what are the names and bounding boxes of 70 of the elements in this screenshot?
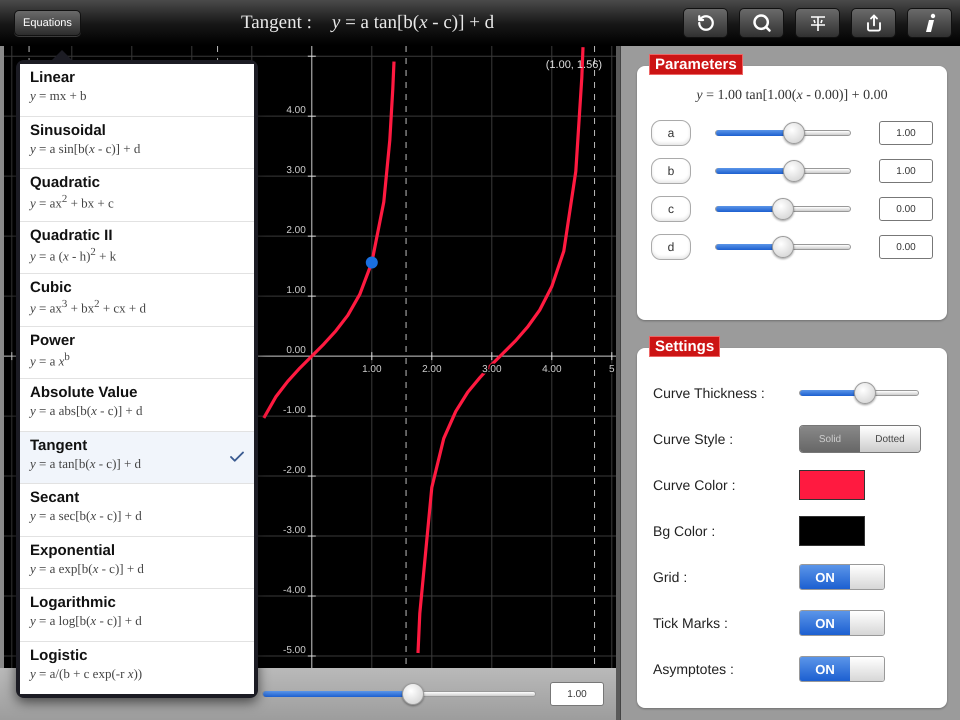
y-tick-label: 1.00	[286, 285, 306, 296]
undo-icon	[696, 14, 714, 32]
setting-label: Curve Style :	[653, 431, 734, 447]
equation-menu-item[interactable]: Linear y = mx + b	[20, 64, 254, 116]
color-swatch[interactable]	[799, 516, 865, 546]
equation-menu-item[interactable]: Absolute Value y = a abs[b(x - c)] + d	[20, 379, 254, 432]
value-field[interactable]: 0.00	[879, 235, 933, 259]
point-marker[interactable]	[366, 256, 378, 269]
parameter-button[interactable]: c	[651, 196, 691, 222]
setting-label: Curve Thickness :	[653, 385, 766, 401]
x-tick-label: 4.00	[542, 364, 562, 376]
y-tick-label: 4.00	[286, 105, 306, 116]
setting-label: Bg Color :	[653, 523, 716, 539]
equation-menu-item[interactable]: Secant y = a sec[b(x - c)] + d	[20, 484, 254, 536]
axes-icon	[808, 14, 826, 32]
parameter-button[interactable]: b	[651, 158, 691, 184]
x-tick-label: 1.00	[362, 364, 382, 376]
slider-thumb[interactable]	[772, 198, 794, 220]
equation-menu-item[interactable]: Logistic y = a/(b + c exp(-r x))	[20, 642, 254, 694]
slider-thumb[interactable]	[782, 122, 805, 144]
y-tick-label: -4.00	[283, 585, 306, 596]
axes-button[interactable]	[795, 8, 840, 38]
toggle-switch[interactable]: ON	[799, 656, 885, 682]
parameter-formula: y = 1.00 tan[1.00(x - 0.00)] + 0.00	[694, 87, 889, 105]
y-tick-label: -3.00	[283, 525, 306, 536]
toggle-switch[interactable]: ON	[799, 564, 885, 590]
style-option[interactable]: Dotted	[860, 426, 920, 452]
search-icon	[752, 12, 772, 32]
info-button[interactable]	[907, 8, 952, 38]
x-tick-label: 5	[609, 364, 615, 376]
setting-label: Tick Marks :	[653, 615, 729, 631]
color-swatch[interactable]	[799, 470, 865, 500]
equations-button[interactable]: Equations	[14, 10, 81, 36]
equation-menu-item[interactable]: Power y = a x$^{b}$	[20, 326, 254, 379]
equation-menu-item[interactable]: Exponential y = a exp[b(x - c)] + d	[20, 536, 254, 589]
x-tick-label: 2.00	[422, 364, 442, 376]
y-tick-label: 3.00	[286, 165, 306, 176]
setting-label: Grid :	[653, 569, 688, 585]
equation-menu-item[interactable]: Sinusoidal y = a sin[b(x - c)] + d	[20, 116, 254, 169]
value-field[interactable]: 1.00	[879, 121, 933, 145]
y-tick-label: -5.00	[283, 645, 306, 656]
setting-label: Curve Color :	[653, 477, 736, 493]
parameter-button[interactable]: a	[651, 120, 691, 146]
value-field[interactable]: 1.00	[550, 682, 604, 706]
y-tick-label: -2.00	[283, 465, 306, 476]
equation-menu-item[interactable]: Tangent y = a tan[b(x - c)] + d	[20, 432, 254, 484]
slider-thumb[interactable]	[402, 683, 424, 705]
slider-thumb[interactable]	[772, 236, 794, 258]
equation-menu-item[interactable]: Quadratic y = ax$^{2}$ + bx + c	[20, 169, 254, 222]
parameters-heading: Parameters	[649, 54, 743, 75]
y-tick-label: -1.00	[283, 405, 306, 416]
equation-title: Tangent :	[240, 12, 312, 34]
settings-heading: Settings	[649, 336, 720, 357]
equation-menu-item[interactable]: Quadratic II y = a (x - h)$^{2}$ + k	[20, 222, 254, 274]
y-tick-label: 2.00	[286, 225, 306, 236]
slider-thumb[interactable]	[854, 382, 876, 404]
value-field[interactable]: 0.00	[879, 197, 933, 221]
equation-menu-item[interactable]: Cubic y = ax$^{3}$ + bx$^{2}$ + cx + d	[20, 274, 254, 326]
share-button[interactable]	[851, 8, 896, 38]
value-field[interactable]: 1.00	[879, 159, 933, 183]
slider-thumb[interactable]	[782, 160, 805, 182]
share-icon	[864, 14, 882, 32]
equation-formula: y = a tan[b(x - c)] + d	[332, 12, 494, 34]
setting-label: Asymptotes :	[653, 661, 735, 677]
search-button[interactable]	[739, 8, 784, 38]
toggle-switch[interactable]: ON	[799, 610, 885, 636]
parameter-button[interactable]: d	[651, 234, 691, 260]
undo-button[interactable]	[683, 8, 728, 38]
y-tick-label: 0.00	[286, 345, 306, 356]
equation-menu-item[interactable]: Logarithmic y = a log[b(x - c)] + d	[20, 589, 254, 642]
